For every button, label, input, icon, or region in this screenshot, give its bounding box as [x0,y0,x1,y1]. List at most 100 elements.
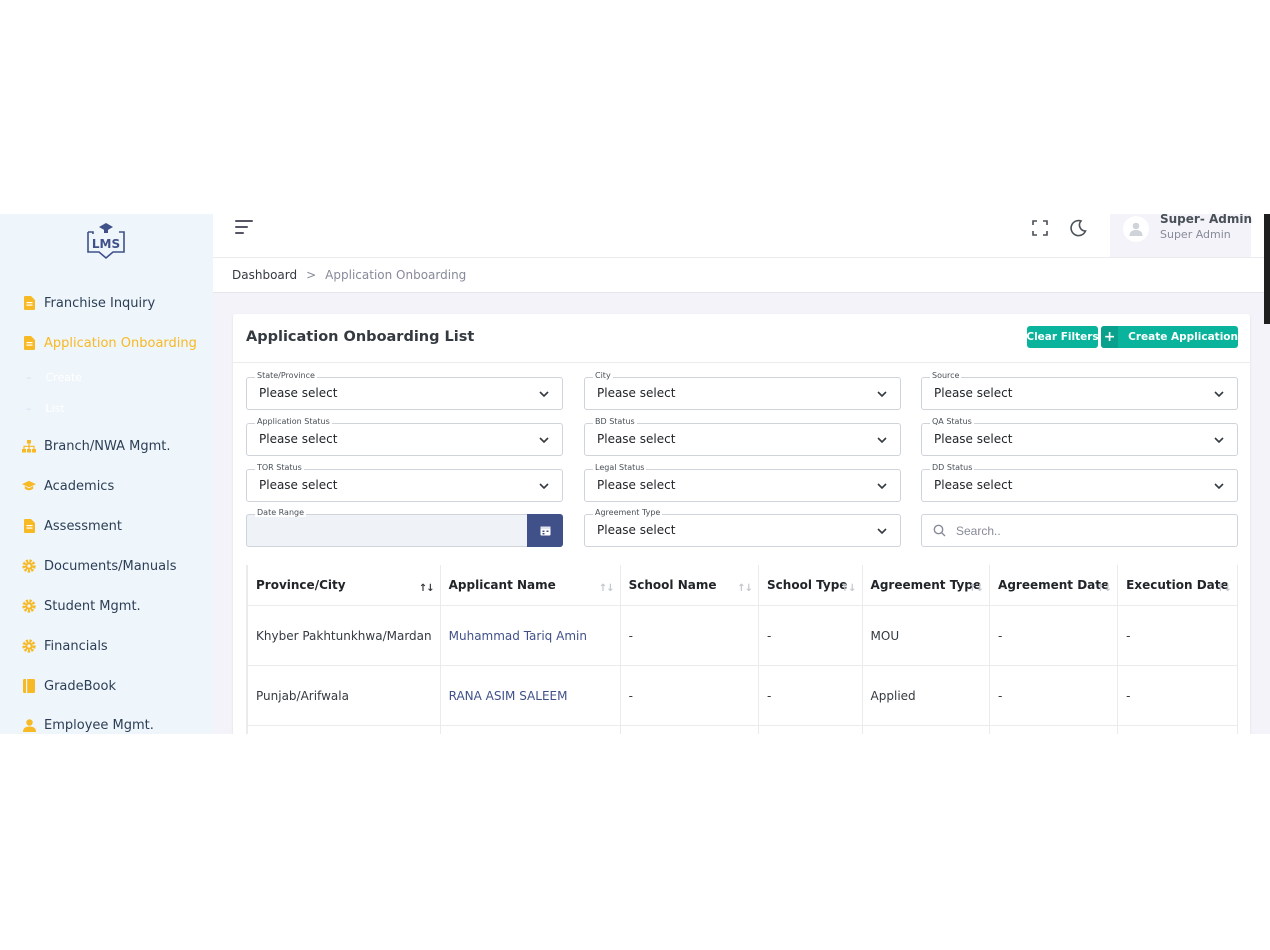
card-header: Application Onboarding List Clear Filter… [233,314,1250,363]
column-header-label: Agreement Date [998,578,1110,592]
breadcrumb: Dashboard > Application Onboarding [213,258,1270,293]
bd-status-select[interactable]: BD Status Please select [584,417,901,456]
sidebar-item-branch-nwa-mgmt[interactable]: Branch/NWA Mgmt. [0,431,213,461]
sort-icon: ↑↓ [968,583,984,594]
gear-icon [22,599,36,613]
create-application-label: Create Application [1128,331,1238,343]
menu-toggle-icon[interactable] [235,220,255,238]
sort-icon: ↑↓ [1216,583,1232,594]
field-label: BD Status [593,417,637,426]
calendar-button[interactable] [527,514,563,547]
field-value: Please select [597,432,676,446]
table-row [247,725,1238,734]
sort-icon: ↑↓ [840,583,857,594]
sidebar-item-financials[interactable]: Financials [0,631,213,661]
user-icon [22,718,36,732]
source-select[interactable]: Source Please select [921,371,1238,410]
sidebar-item-label: Franchise Inquiry [44,295,156,311]
sidebar-item-assessment[interactable]: Assessment [0,511,213,541]
state-province-select[interactable]: State/Province Please select [246,371,563,410]
application-status-select[interactable]: Application Status Please select [246,417,563,456]
field-label: Source [930,371,962,380]
agreement-type-select[interactable]: Agreement Type Please select [584,508,901,547]
sidebar-subitem-create[interactable]: – Create [26,371,82,384]
cell-applicant-name[interactable]: RANA ASIM SALEEM [439,665,621,726]
applications-table: Province/City ↑↓ Applicant Name ↑↓ School … [247,565,1238,734]
sidebar-item-employee-mgmt[interactable]: Employee Mgmt. [0,710,213,734]
chevron-down-icon [539,483,549,490]
user-profile-dropdown[interactable]: Super- Admin Super Admin [1110,214,1252,257]
chevron-down-icon [539,391,549,398]
cell-execution-date: - [1117,605,1238,666]
app-window: LMS Franchise Inquiry Application Onboar… [0,214,1270,734]
column-header-label: Agreement Type [870,578,982,592]
book-icon [22,679,36,693]
sidebar-item-label: Academics [44,478,115,494]
sidebar-item-application-onboarding[interactable]: Application Onboarding [0,328,213,358]
sidebar-item-academics[interactable]: Academics [0,471,213,501]
sidebar-item-gradebook[interactable]: GradeBook [0,671,213,701]
cell-province-city: Punjab/Arifwala [247,665,441,726]
field-label: Legal Status [593,463,647,472]
fullscreen-icon[interactable] [1031,219,1049,237]
sort-icon: ↑↓ [598,583,615,594]
hamburger-line [235,220,253,222]
sidebar-item-label: Assessment [44,518,122,534]
bullet-dash: – [26,402,32,415]
column-header-label: School Type [767,578,848,592]
column-header-execution-date[interactable]: Execution Date ↑↓ [1117,565,1238,606]
sort-icon: ↑↓ [737,583,753,594]
field-label: QA Status [930,417,974,426]
field-label: State/Province [255,371,317,380]
lms-logo[interactable]: LMS [85,222,127,260]
search-box[interactable] [921,514,1238,547]
application-list-card: Application Onboarding List Clear Filter… [233,314,1250,734]
field-value: Please select [597,523,676,537]
dd-status-select[interactable]: DD Status Please select [921,463,1238,502]
date-range-input[interactable]: Date Range [246,508,563,547]
table-row: Khyber Pakhtunkhwa/Mardan Muhammad Tariq… [247,605,1238,666]
sidebar-subitem-list[interactable]: – List [26,402,65,415]
search-input[interactable] [954,520,1228,542]
legal-status-select[interactable]: Legal Status Please select [584,463,901,502]
create-application-button[interactable]: + Create Application [1101,326,1238,348]
page-title: Application Onboarding List [246,329,475,345]
chevron-down-icon [877,483,887,490]
field-label: City [593,371,613,380]
sidebar-item-label: Branch/NWA Mgmt. [44,438,171,454]
hamburger-line [235,232,244,234]
clear-filters-button[interactable]: Clear Filters [1026,326,1099,348]
table-header-row: Province/City ↑↓ Applicant Name ↑↓ School … [247,565,1238,606]
field-label: TOR Status [255,463,304,472]
bullet-dash: – [26,371,32,384]
search-icon [933,524,946,537]
column-header-school-type[interactable]: School Type ↑↓ [758,565,863,606]
column-header-applicant-name[interactable]: Applicant Name ↑↓ [439,565,621,606]
column-header-school-name[interactable]: School Name ↑↓ [619,565,760,606]
chevron-down-icon [1214,483,1224,490]
field-value: Please select [259,478,338,492]
column-header-agreement-date[interactable]: Agreement Date ↑↓ [989,565,1119,606]
cell-school-type: - [758,665,863,726]
gear-icon [22,559,36,573]
field-value: Please select [934,386,1013,400]
dark-mode-icon[interactable] [1068,218,1088,238]
qa-status-select[interactable]: QA Status Please select [921,417,1238,456]
sidebar-item-student-mgmt[interactable]: Student Mgmt. [0,591,213,621]
field-value: Please select [934,478,1013,492]
column-header-label: School Name [628,578,717,592]
chevron-down-icon [877,528,887,535]
tor-status-select[interactable]: TOR Status Please select [246,463,563,502]
city-select[interactable]: City Please select [584,371,901,410]
column-header-province-city[interactable]: Province/City ↑↓ [247,565,441,606]
user-role: Super Admin [1160,228,1231,241]
table-cell [619,725,760,734]
field-label: Agreement Type [593,508,663,517]
table-cell [861,725,991,734]
hamburger-line [235,226,248,228]
breadcrumb-dashboard[interactable]: Dashboard [232,268,297,282]
column-header-agreement-type[interactable]: Agreement Type ↑↓ [861,565,991,606]
sidebar-item-documents-manuals[interactable]: Documents/Manuals [0,551,213,581]
cell-applicant-name[interactable]: Muhammad Tariq Amin [439,605,621,666]
sidebar-item-franchise-inquiry[interactable]: Franchise Inquiry [0,288,213,318]
